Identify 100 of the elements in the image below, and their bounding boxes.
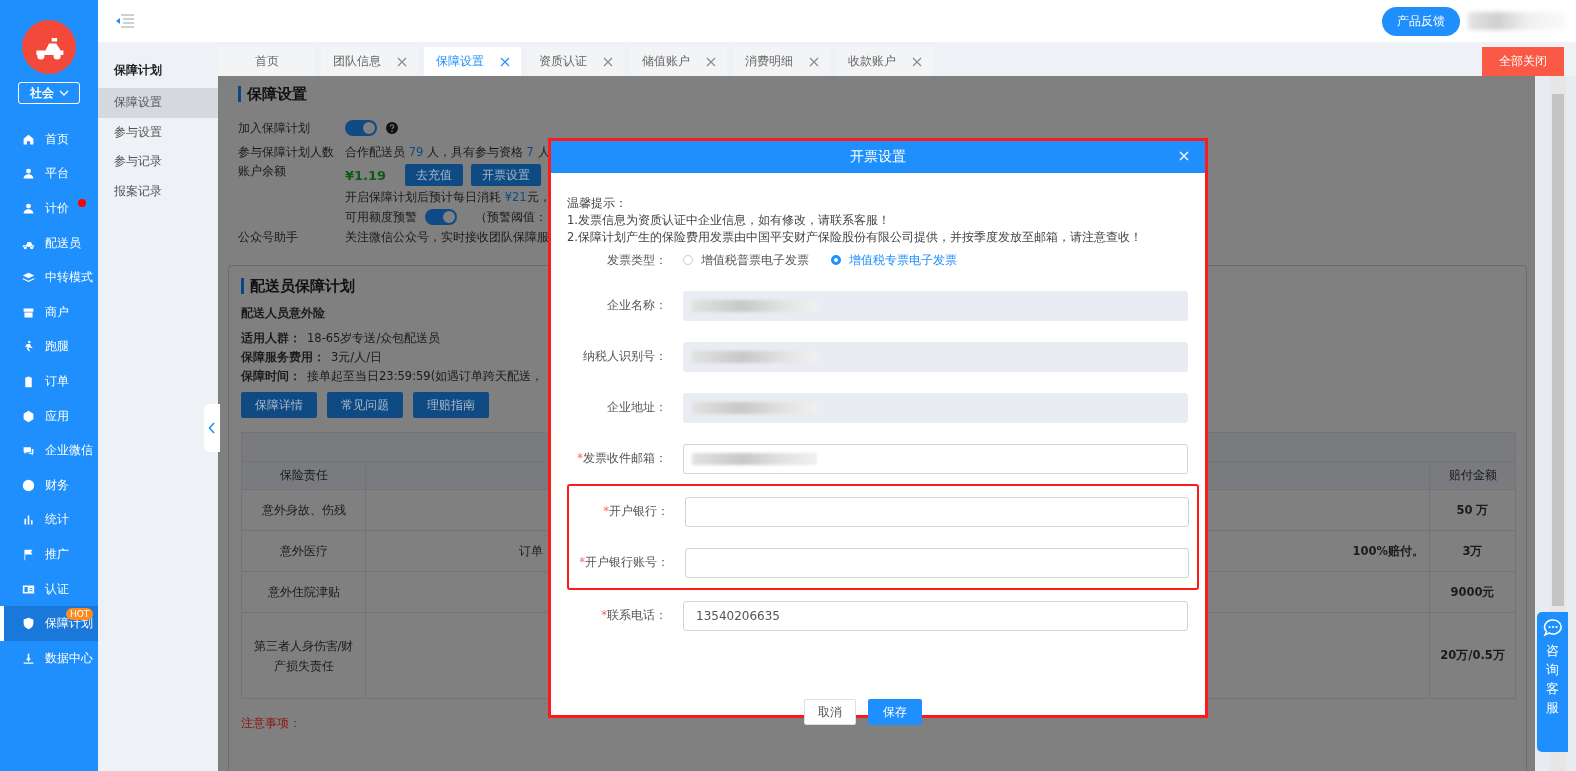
close-icon[interactable]: [396, 56, 407, 67]
nav-item[interactable]: 订单: [0, 364, 98, 399]
layers-icon: [22, 271, 35, 285]
nav-item[interactable]: 统计: [0, 502, 98, 538]
tab[interactable]: 首页: [218, 47, 315, 76]
notice-title: 注意事项：: [241, 715, 302, 732]
radio-button[interactable]: [831, 255, 841, 265]
submenu-item[interactable]: 报案记录: [98, 176, 218, 206]
nav-item[interactable]: 计价: [0, 191, 98, 226]
toggle-switch[interactable]: [345, 120, 377, 136]
action-button[interactable]: 理赔指南: [413, 392, 489, 418]
nav-item[interactable]: 首页: [0, 122, 98, 157]
close-icon[interactable]: [911, 56, 922, 67]
caret-icon: [58, 90, 69, 96]
nav-item[interactable]: 财务: [0, 467, 98, 503]
table-cell-text: 第三者人身伤害/财产损失责任: [252, 637, 355, 675]
tab[interactable]: 消费明细: [733, 47, 830, 76]
close-icon[interactable]: [705, 56, 716, 67]
radio-option[interactable]: 增值税专票电子发票: [831, 252, 957, 268]
bar-chart-icon: [22, 513, 35, 527]
action-button[interactable]: 保障详情: [241, 392, 317, 418]
close-icon[interactable]: [499, 56, 510, 67]
radio-option[interactable]: 增值税普票电子发票: [683, 252, 809, 268]
wechat-text: 关注微信公众号，实时接收团队保障服: [345, 229, 549, 245]
submenu-title: 保障计划: [113, 62, 163, 79]
tab[interactable]: 团队信息: [321, 47, 418, 76]
action-button[interactable]: 去充值: [405, 164, 463, 186]
section-title: 保障设置: [238, 86, 1527, 102]
field-label: *发票收件邮箱：: [576, 451, 668, 466]
cube-icon: [22, 409, 35, 423]
table-header: 保险责任: [241, 461, 366, 490]
nav-item[interactable]: 认证: [0, 571, 98, 607]
field-label: 参与保障计划人数: [238, 144, 335, 160]
nav-item[interactable]: 平台: [0, 156, 98, 192]
tab[interactable]: 保障设置: [424, 47, 521, 76]
participants-text: 合作配送员 79 人，具有参与资格 7 人: [345, 144, 550, 160]
close-icon[interactable]: [808, 56, 819, 67]
nav-item[interactable]: 企业微信: [0, 433, 98, 468]
feedback-button[interactable]: 产品反馈: [1382, 6, 1460, 36]
detail-label: 保障时间：: [241, 369, 301, 383]
input-field[interactable]: [683, 443, 1188, 474]
tip-text: 温馨提示：: [567, 195, 628, 212]
close-icon[interactable]: [602, 56, 613, 67]
close-all-button[interactable]: 全部关闭: [1482, 47, 1564, 76]
nav-item[interactable]: 应用: [0, 398, 98, 434]
input-field[interactable]: [685, 547, 1189, 578]
help-icon: [386, 122, 398, 134]
nav-item[interactable]: 推广: [0, 537, 98, 572]
field-label: 纳税人识别号：: [582, 349, 668, 364]
balance-amount: ¥1.19: [345, 167, 388, 183]
field-label: 加入保障计划: [238, 120, 311, 136]
table-cell-text: 意外医疗: [278, 543, 329, 560]
nav-item[interactable]: 数据中心: [0, 640, 98, 676]
input-field[interactable]: [685, 496, 1189, 527]
clipboard-icon: [22, 374, 35, 388]
shield-icon: [22, 617, 35, 631]
toggle-switch[interactable]: [425, 209, 457, 225]
detail-value: 18-65岁专送/众包配送员: [307, 331, 441, 345]
chevron-left-icon: [208, 422, 216, 434]
field-label: *开户银行账号：: [578, 555, 670, 570]
action-button[interactable]: 常见问题: [327, 392, 403, 418]
tab[interactable]: 储值账户: [630, 47, 727, 76]
submenu-item[interactable]: 参与设置: [98, 117, 218, 147]
dialog-button[interactable]: 保存: [867, 699, 922, 725]
submenu-item[interactable]: 保障设置: [98, 88, 218, 118]
field-label: 可用额度预警: [345, 209, 417, 225]
field-label: 企业名称：: [606, 298, 668, 313]
dialog-button[interactable]: 取消: [803, 699, 856, 725]
menu-icon[interactable]: [115, 14, 135, 28]
detail-label: 保障服务费用：: [241, 350, 325, 364]
user-icon: [22, 202, 35, 215]
collapse-handle[interactable]: [204, 404, 220, 452]
chat-bubble-icon: [1542, 618, 1563, 638]
tip-text: 1.发票信息为资质认证中企业信息，如有修改，请联系客服！: [567, 212, 891, 229]
org-select[interactable]: 社会: [18, 82, 80, 104]
field-label: *联系电话：: [600, 608, 668, 623]
tab[interactable]: 资质认证: [527, 47, 624, 76]
action-button[interactable]: 开票设置: [471, 164, 541, 186]
nav-item[interactable]: 配送员: [0, 225, 98, 261]
chat-support-button[interactable]: 咨询客服: [1537, 612, 1568, 752]
flag-icon: [22, 547, 35, 561]
product-name: 配送人员意外险: [241, 306, 326, 321]
input-field[interactable]: 13540206635: [683, 600, 1188, 631]
field-label: 企业地址：: [606, 400, 668, 415]
runner-icon: [22, 340, 35, 354]
shop-icon: [22, 305, 35, 319]
nav-item[interactable]: 商户: [0, 294, 98, 330]
detail-label: 适用人群：: [241, 331, 301, 345]
detail-value: 3元/人/日: [331, 350, 383, 364]
field-label: 账户余额: [238, 164, 287, 179]
scrollbar[interactable]: [1550, 76, 1566, 606]
consumption-note: 开启保障计划后预计每日消耗 ¥21元，: [345, 190, 551, 205]
nav-item[interactable]: 中转模式: [0, 260, 98, 295]
submenu-item[interactable]: 参与记录: [98, 147, 218, 177]
tab[interactable]: 收款账户: [836, 47, 933, 76]
field-label: 发票类型：: [606, 252, 668, 268]
nav-item[interactable]: 跑腿: [0, 329, 98, 365]
dialog-title: 开票设置: [850, 148, 906, 166]
tip-text: 2.保障计划产生的保险费用发票由中国平安财产保险股份有限公司提供，并按季度发放至邮箱，请注意查收！: [567, 229, 1143, 246]
detail-value: 接单起至当日23:59:59(如遇订单跨天配送，: [307, 369, 544, 383]
